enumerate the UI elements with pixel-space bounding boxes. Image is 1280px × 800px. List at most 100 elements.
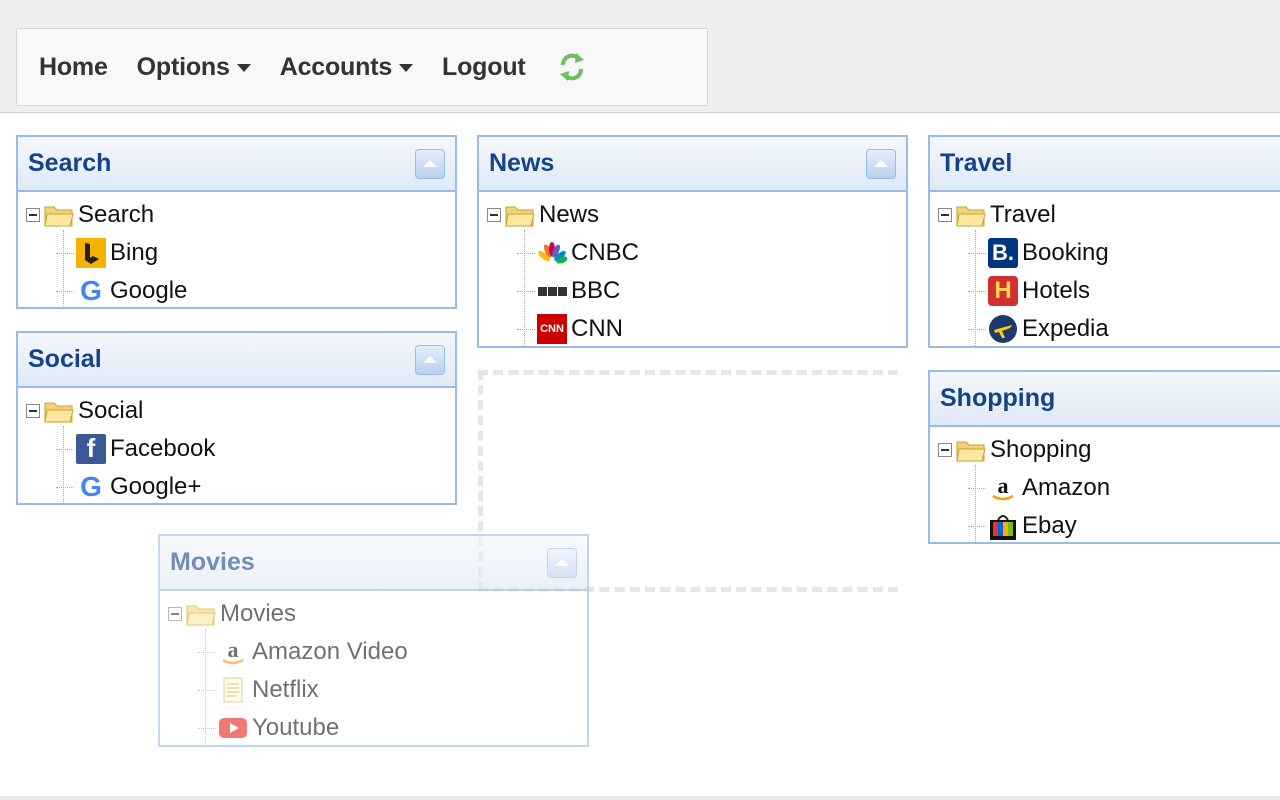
nav-home[interactable]: Home [39,53,108,82]
tree-item-label: Booking [1022,239,1109,266]
tree-root-label: Travel [990,201,1056,228]
tree-item-booking[interactable]: B. Booking [930,234,1280,272]
collapse-toggle-icon[interactable] [487,208,501,222]
collapse-icon[interactable] [547,547,577,578]
tree-root[interactable]: Movies [160,595,587,633]
tree-item-label: Ebay [1022,512,1077,539]
tree: Shopping a Amazon Ebay [930,427,1280,545]
collapse-toggle-icon[interactable] [26,404,40,418]
folder-icon [956,441,986,462]
tree: Search Bing G Google [18,192,455,310]
tree-item-ebay[interactable]: Ebay [930,507,1280,545]
facebook-icon: f [76,433,106,464]
tree-item-amazon[interactable]: a Amazon [930,469,1280,507]
caret-down-icon [399,64,414,72]
nav-options-dropdown[interactable]: Options [137,53,251,82]
svg-text:a: a [228,637,239,662]
folder-icon [186,605,216,626]
collapse-icon[interactable] [866,148,896,179]
folder-icon [44,402,74,423]
tree-item-label: Youtube [252,714,340,741]
tree-item-label: CNBC [571,239,640,266]
tree-root-label: News [539,201,600,228]
tree-item-netflix[interactable]: Netflix [160,671,587,709]
tree-root-label: Movies [220,600,297,627]
tree-item-bing[interactable]: Bing [18,234,455,272]
collapse-toggle-icon[interactable] [938,208,952,222]
tree: Travel B. Booking H Hotels Expedia [930,192,1280,348]
hotels-icon: H [988,276,1018,306]
refresh-icon[interactable] [557,50,587,84]
tree-item-google-plus[interactable]: G Google+ [18,468,455,506]
collapse-icon[interactable] [415,148,445,179]
collapse-icon[interactable] [415,344,445,375]
tree-root-label: Search [78,201,155,228]
google-icon: G [80,471,102,502]
tree-root-label: Social [78,397,144,424]
panel-movies-dragging[interactable]: Movies Movies a Amazon Video Netflix You… [158,534,589,747]
tree-item-hotels[interactable]: H Hotels [930,272,1280,310]
tree-item-label: BBC [571,277,621,304]
tree-item-cnbc[interactable]: CNBC [479,234,906,272]
panel-title: Social [28,345,102,373]
tree-item-amazon-video[interactable]: a Amazon Video [160,633,587,671]
cnn-icon: CNN [537,314,567,344]
panel-title: News [489,149,555,177]
svg-text:a: a [998,473,1009,498]
bing-icon [76,238,106,268]
panel-header[interactable]: Movies [160,536,587,591]
tree-root[interactable]: News [479,196,906,234]
folder-icon [44,206,74,227]
nav-logout[interactable]: Logout [442,53,526,82]
tree-item-expedia[interactable]: Expedia [930,310,1280,348]
tree-root[interactable]: Shopping [930,431,1280,469]
tree-item-cnn[interactable]: CNN CNN [479,310,906,348]
tree: Movies a Amazon Video Netflix Youtube [160,591,587,747]
tree: Social f Facebook G Google+ [18,388,455,506]
tree-item-google[interactable]: G Google [18,272,455,310]
youtube-icon [219,718,247,738]
panel-social: Social Social f Facebook G Google+ [16,331,457,505]
tree-item-label: Amazon Video [252,638,408,665]
panel-header[interactable]: Shopping [930,372,1280,427]
collapse-toggle-icon[interactable] [168,607,182,621]
collapse-toggle-icon[interactable] [938,443,952,457]
bottom-divider [0,796,1280,800]
ebay-bag-icon [990,515,1016,540]
tree-root[interactable]: Travel [930,196,1280,234]
panel-title: Travel [940,149,1013,177]
tree-item-label: CNN [571,315,623,342]
collapse-toggle-icon[interactable] [26,208,40,222]
tree: News CNBC BBC CNN CNN [479,192,906,348]
tree-item-label: Google [110,277,188,304]
tree-root-label: Shopping [990,436,1092,463]
navbar: Home Options Accounts Logout [16,28,708,106]
panel-header[interactable]: Social [18,333,455,388]
panel-title: Search [28,149,112,177]
panel-header[interactable]: Search [18,137,455,192]
amazon-icon: a [222,637,244,665]
tree-item-facebook[interactable]: f Facebook [18,430,455,468]
tree-root[interactable]: Social [18,392,455,430]
panel-header[interactable]: News [479,137,906,192]
folder-icon [956,206,986,227]
tree-root[interactable]: Search [18,196,455,234]
tree-item-label: Google+ [110,473,202,500]
tree-item-youtube[interactable]: Youtube [160,709,587,747]
tree-item-label: Facebook [110,435,216,462]
google-icon: G [80,275,102,306]
tree-item-label: Hotels [1022,277,1091,304]
tree-item-label: Amazon [1022,474,1111,501]
panel-header[interactable]: Travel [930,137,1280,192]
panel-search: Search Search Bing G Google [16,135,457,309]
booking-icon: B. [988,238,1018,268]
bbc-icon [537,276,567,306]
nav-accounts-dropdown[interactable]: Accounts [280,53,414,82]
panel-news: News News CNBC BBC CNN CNN [477,135,908,348]
panel-title: Movies [170,548,255,576]
panel-travel: Travel Travel B. Booking H Hotels Expedi… [928,135,1280,348]
panel-shopping: Shopping Shopping a Amazon Ebay [928,370,1280,544]
tree-item-label: Bing [110,239,159,266]
folder-icon [505,206,535,227]
tree-item-bbc[interactable]: BBC [479,272,906,310]
